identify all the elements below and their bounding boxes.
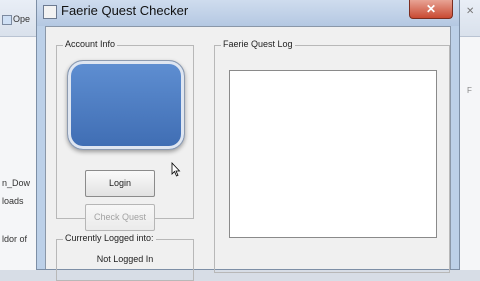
background-app-right: ✕ F [458,0,480,270]
folder-icon [2,14,12,25]
background-glyph: F [467,86,472,95]
background-close-icon[interactable]: ✕ [466,6,474,17]
background-text-2: loads [2,196,24,206]
faerie-quest-log-group: Faerie Quest Log [214,39,450,273]
window-title: Faerie Quest Checker [61,3,189,18]
background-app-left: Ope n_Dow loads ldor of [0,0,41,270]
logged-into-label: Currently Logged into: [63,233,156,243]
faerie-quest-checker-window: Faerie Quest Checker ✕ Account Info Logi… [36,0,460,281]
app-icon [43,5,57,19]
close-button[interactable]: ✕ [409,0,453,19]
background-text-1: n_Dow [2,178,31,188]
account-info-group: Account Info Login Check Quest [56,39,194,231]
title-bar[interactable]: Faerie Quest Checker ✕ [37,0,459,26]
check-quest-button[interactable]: Check Quest [85,204,155,231]
avatar [67,60,185,150]
background-open-button[interactable]: Ope [2,14,30,25]
close-icon: ✕ [425,2,437,16]
quest-log-textarea[interactable] [229,70,437,238]
logged-into-group: Currently Logged into: Not Logged In [56,233,194,281]
mouse-cursor-icon [171,162,181,177]
login-status-text: Not Logged In [96,254,154,264]
faerie-quest-log-label: Faerie Quest Log [221,39,295,49]
background-text-3: ldor of [2,234,28,244]
account-info-label: Account Info [63,39,118,49]
login-button[interactable]: Login [85,170,155,197]
window-client-area: Account Info Login Check Quest Currently… [45,26,451,281]
